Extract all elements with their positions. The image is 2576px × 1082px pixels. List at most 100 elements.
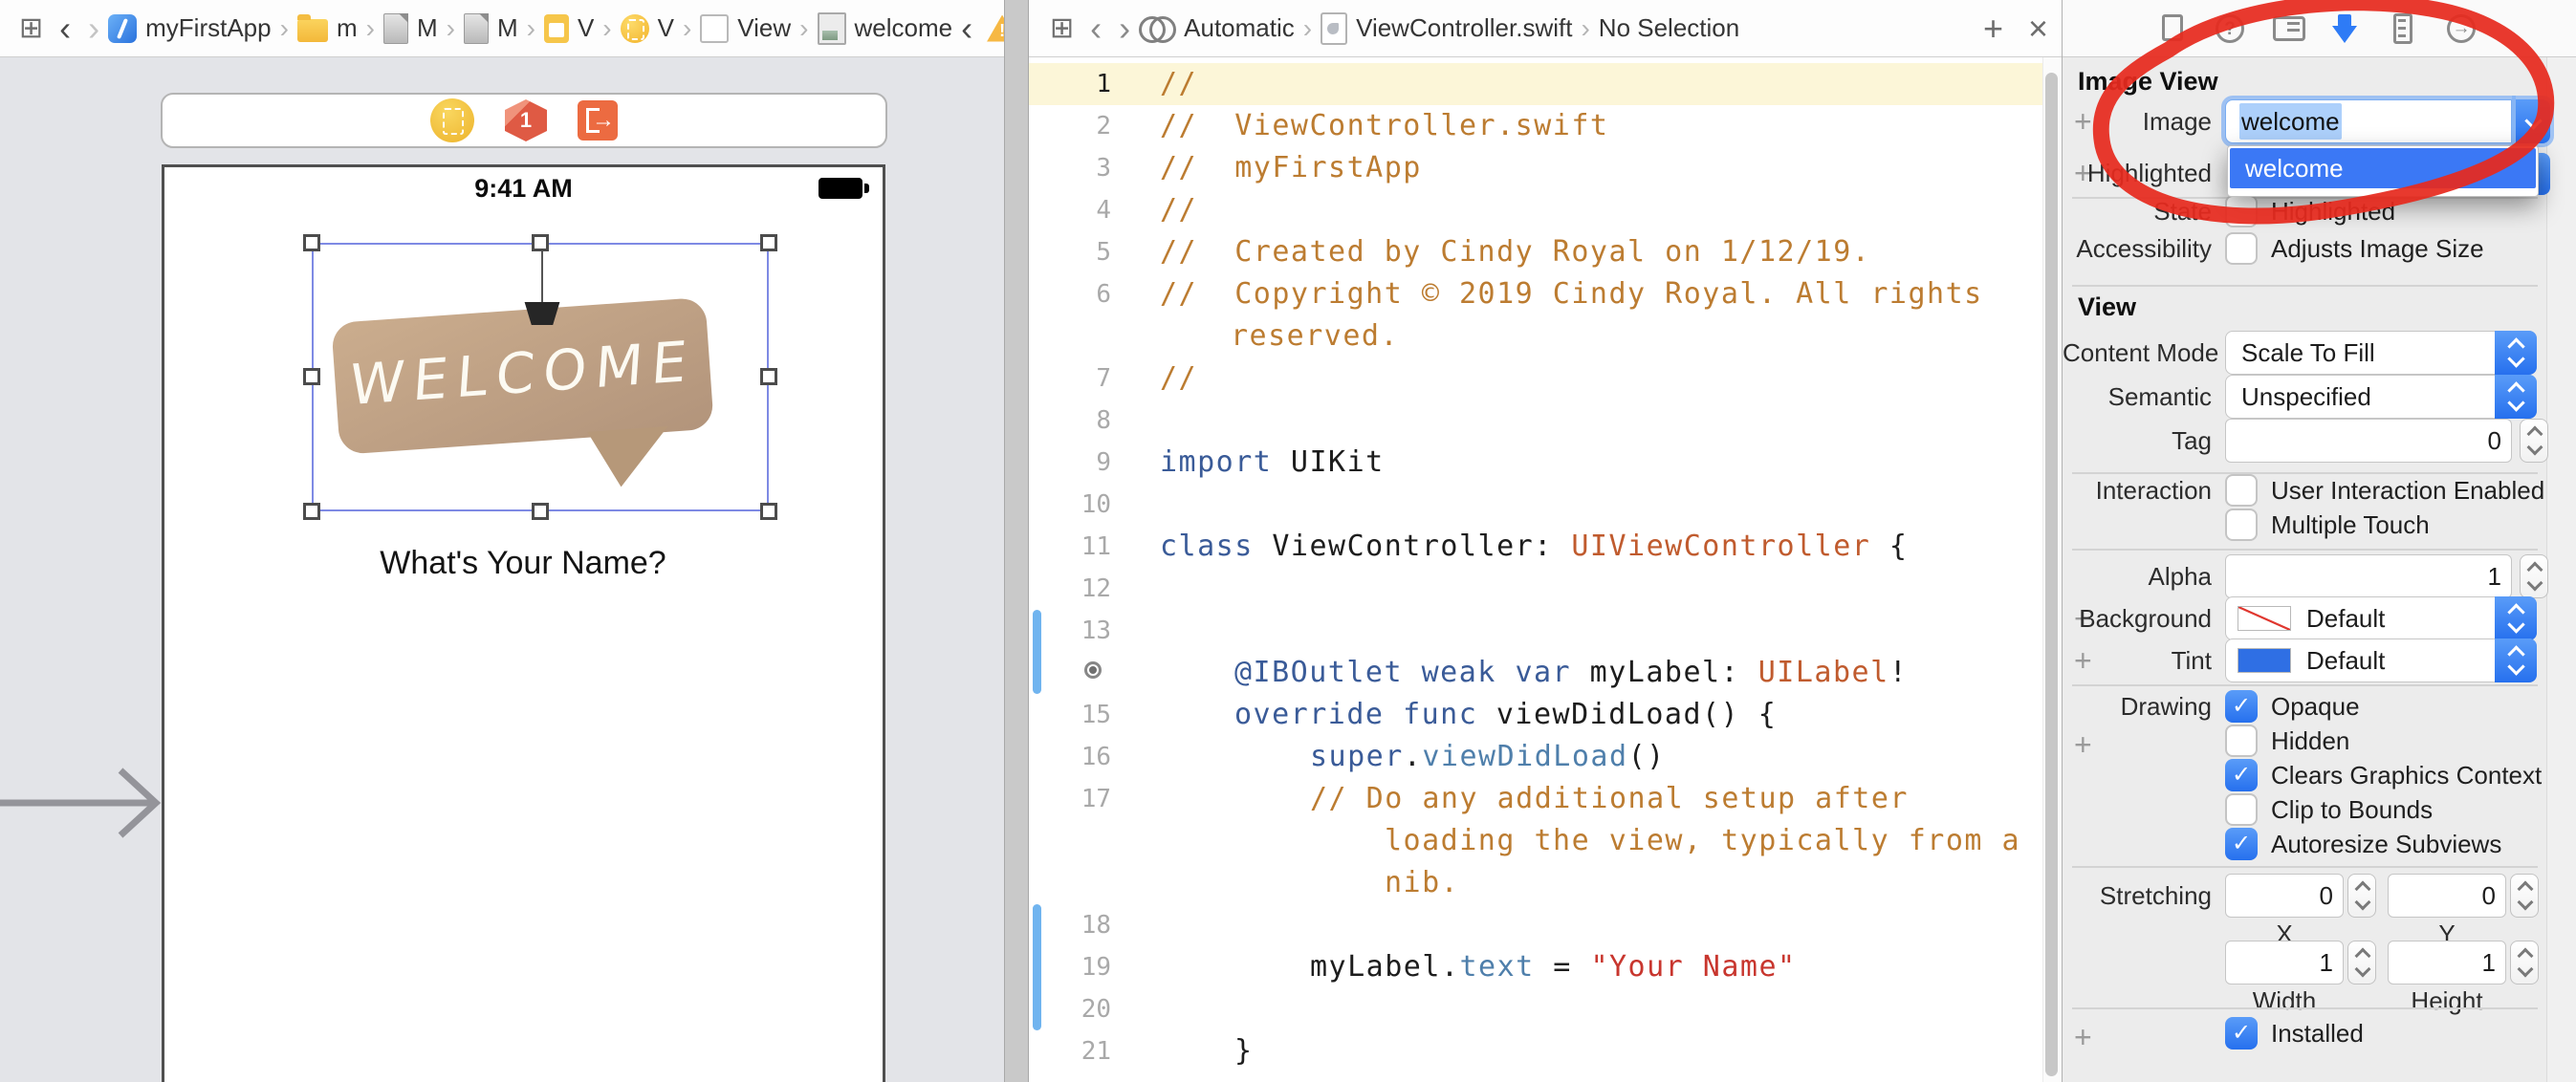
forward-button[interactable]: › <box>88 2 99 55</box>
add-installed-button[interactable]: + <box>2074 1023 2092 1051</box>
add-drawing-button[interactable]: + <box>2074 730 2092 759</box>
tag-stepper[interactable] <box>2520 419 2548 463</box>
jumpbar-item-welcome[interactable]: welcome <box>818 12 953 45</box>
selection-handle[interactable] <box>760 234 777 251</box>
jumpbar-item-m[interactable]: m <box>297 13 358 43</box>
code-line[interactable]: 3// myFirstApp <box>1029 147 2042 189</box>
code-line[interactable]: 9import UIKit <box>1029 442 2042 484</box>
stretching-y-stepper[interactable] <box>2510 874 2539 918</box>
selection-handle[interactable] <box>532 503 549 520</box>
jumpbar-item-view[interactable]: View <box>700 13 791 43</box>
selection-handle[interactable] <box>303 368 320 385</box>
connections-inspector-tab-icon[interactable]: → <box>2447 14 2476 43</box>
code-line[interactable]: nib. <box>1029 862 2042 904</box>
jumpbar-item-v[interactable]: V <box>544 13 594 43</box>
code-line[interactable]: 15override func viewDidLoad() { <box>1029 694 2042 736</box>
stretching-y-field[interactable]: 0 <box>2388 874 2506 918</box>
hidden-checkbox[interactable] <box>2225 725 2258 757</box>
stretching-height-field[interactable]: 1 <box>2388 941 2506 985</box>
related-items-icon[interactable]: ⊞ <box>19 11 43 45</box>
state-highlighted-checkbox[interactable] <box>2225 195 2258 227</box>
code-line[interactable]: @IBOutlet weak var myLabel: UILabel! <box>1029 652 2042 694</box>
multiple-touch-checkbox[interactable] <box>2225 509 2258 541</box>
jumpbar-item-selection[interactable]: No Selection <box>1599 13 1739 43</box>
inspector-scroll-gutter[interactable] <box>2546 57 2576 1082</box>
prev-issue-button[interactable]: ‹ <box>961 2 972 55</box>
jumpbar-item-file[interactable]: ViewController.swift <box>1321 12 1572 45</box>
code-line[interactable]: 16super.viewDidLoad() <box>1029 736 2042 778</box>
selection-handle[interactable] <box>532 234 549 251</box>
code-line[interactable]: 2// ViewController.swift <box>1029 105 2042 147</box>
code-line[interactable]: 17// Do any additional setup after <box>1029 778 2042 820</box>
back-button[interactable]: ‹ <box>1090 2 1102 55</box>
tint-popup[interactable]: Default <box>2225 638 2537 682</box>
first-responder-icon[interactable]: 1 <box>505 99 547 141</box>
view-controller-icon[interactable] <box>430 98 474 142</box>
clip-to-bounds-checkbox[interactable] <box>2225 793 2258 826</box>
jumpbar-item-m[interactable]: M <box>383 13 438 44</box>
opaque-checkbox[interactable]: ✓ <box>2225 690 2258 723</box>
stretching-width-stepper[interactable] <box>2347 941 2376 985</box>
code-line[interactable]: 4// <box>1029 189 2042 231</box>
code-line[interactable]: 21} <box>1029 1030 2042 1072</box>
name-label[interactable]: What's Your Name? <box>308 545 738 582</box>
size-inspector-tab-icon[interactable] <box>2393 13 2412 44</box>
code-line[interactable]: 20 <box>1029 988 2042 1030</box>
code-line[interactable]: 6// Copyright © 2019 Cindy Royal. All ri… <box>1029 273 2042 315</box>
installed-checkbox[interactable]: ✓ <box>2225 1017 2258 1050</box>
back-button[interactable]: ‹ <box>59 2 71 55</box>
related-items-icon[interactable]: ⊞ <box>1050 11 1074 45</box>
code-line[interactable]: 1// <box>1029 63 2042 105</box>
jumpbar-item-v[interactable]: V <box>621 13 674 43</box>
adjusts-image-size-checkbox[interactable] <box>2225 232 2258 265</box>
tag-field[interactable]: 0 <box>2225 419 2512 463</box>
code-line[interactable]: loading the view, typically from a <box>1029 820 2042 862</box>
editor-scrollbar-thumb[interactable] <box>2045 73 2058 1076</box>
code-line[interactable]: 12 <box>1029 568 2042 610</box>
background-popup[interactable]: Default <box>2225 596 2537 640</box>
code-line[interactable]: 8 <box>1029 400 2042 442</box>
stretching-x-stepper[interactable] <box>2347 874 2376 918</box>
alpha-field[interactable]: 1 <box>2225 554 2512 598</box>
content-mode-popup[interactable]: Scale To Fill <box>2225 331 2537 375</box>
code-line[interactable]: reserved. <box>1029 315 2042 357</box>
alpha-stepper[interactable] <box>2520 554 2548 598</box>
attributes-inspector-tab-icon[interactable] <box>2332 14 2357 43</box>
semantic-popup[interactable]: Unspecified <box>2225 375 2537 419</box>
stretching-width-field[interactable]: 1 <box>2225 941 2344 985</box>
stretching-x-field[interactable]: 0 <box>2225 874 2344 918</box>
file-inspector-tab-icon[interactable] <box>2162 14 2183 41</box>
selection-handle[interactable] <box>760 368 777 385</box>
image-dropdown-item[interactable]: welcome <box>2230 148 2536 188</box>
add-editor-button[interactable]: + <box>1983 9 2003 49</box>
code-line[interactable]: 13 <box>1029 610 2042 652</box>
code-line[interactable]: 5// Created by Cindy Royal on 1/12/19. <box>1029 231 2042 273</box>
code-line[interactable]: 11class ViewController: UIViewController… <box>1029 526 2042 568</box>
exit-icon[interactable] <box>578 100 618 141</box>
user-interaction-enabled-checkbox[interactable] <box>2225 474 2258 507</box>
storyboard-entry-arrow[interactable] <box>0 763 172 849</box>
autoresize-subviews-checkbox[interactable]: ✓ <box>2225 828 2258 860</box>
help-inspector-tab-icon[interactable]: ? <box>2216 14 2244 43</box>
code-editor[interactable]: 1//2// ViewController.swift3// myFirstAp… <box>1029 57 2042 1082</box>
selection-handle[interactable] <box>760 503 777 520</box>
image-combobox[interactable]: welcome → <box>2225 99 2550 143</box>
identity-inspector-tab-icon[interactable] <box>2273 16 2305 41</box>
forward-button[interactable]: › <box>1119 2 1130 55</box>
code-line[interactable]: 19myLabel.text = "Your Name" <box>1029 946 2042 988</box>
close-editor-button[interactable]: × <box>2028 9 2048 49</box>
code-line[interactable]: 18 <box>1029 904 2042 946</box>
image-view-selection[interactable] <box>312 243 769 511</box>
jumpbar-item-myfirstapp[interactable]: myFirstApp <box>108 13 271 43</box>
ib-outlet-connector-icon[interactable] <box>1084 661 1102 679</box>
selection-handle[interactable] <box>303 234 320 251</box>
jumpbar-item-automatic[interactable]: Automatic <box>1139 13 1295 43</box>
pane-divider[interactable] <box>1004 0 1029 1082</box>
stretching-height-stepper[interactable] <box>2510 941 2539 985</box>
image-dropdown-button[interactable] <box>2516 99 2550 143</box>
code-line[interactable]: 7// <box>1029 357 2042 400</box>
jumpbar-item-m[interactable]: M <box>464 13 518 44</box>
clears-graphics-context-checkbox[interactable]: ✓ <box>2225 759 2258 791</box>
code-line[interactable]: 10 <box>1029 484 2042 526</box>
selection-handle[interactable] <box>303 503 320 520</box>
